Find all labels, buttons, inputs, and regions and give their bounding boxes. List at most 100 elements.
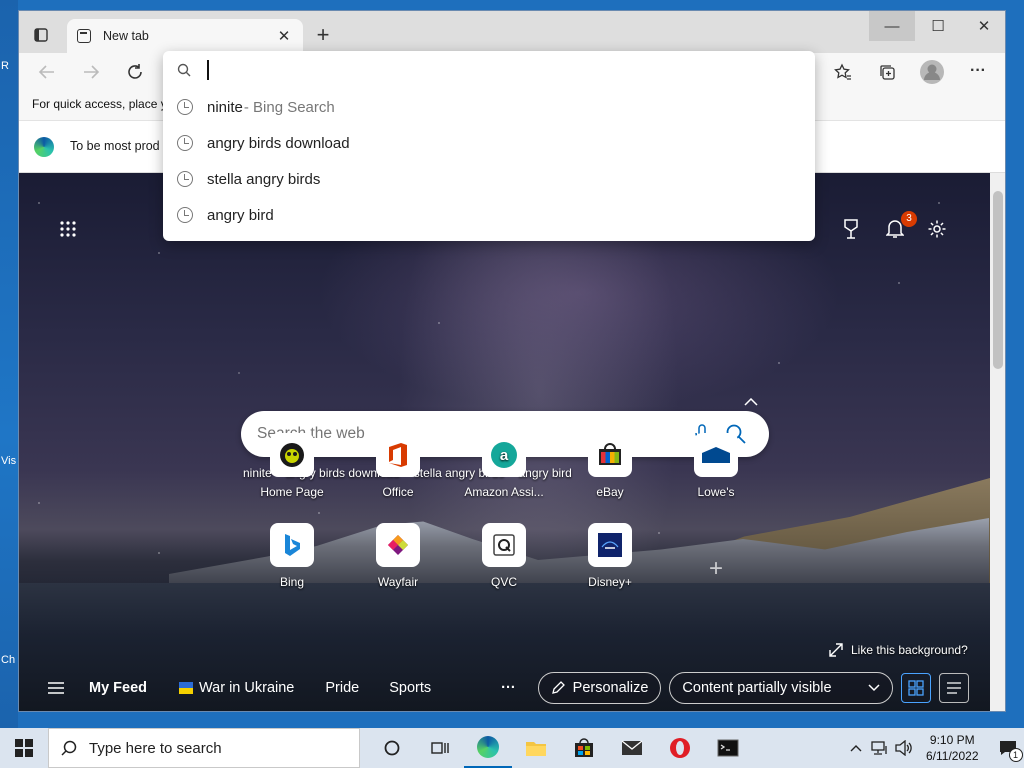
- tab-label: War in Ukraine: [199, 680, 295, 696]
- rewards-icon[interactable]: [839, 217, 863, 241]
- quick-link-tile[interactable]: eBay: [566, 433, 654, 499]
- suggestion-item[interactable]: stella angry birds: [163, 161, 815, 197]
- notification-count-badge: 1: [1008, 748, 1023, 762]
- content-visibility-dropdown[interactable]: Content partially visible: [669, 672, 894, 704]
- history-clock-icon: [177, 171, 193, 187]
- history-clock-icon: [177, 135, 193, 151]
- show-hidden-icons-chevron-up-icon[interactable]: [844, 728, 868, 768]
- history-clock-icon: [177, 207, 193, 223]
- taskbar-search-box[interactable]: Type here to search: [48, 728, 360, 768]
- add-tile-button[interactable]: +: [704, 555, 728, 582]
- ebay-icon: [588, 433, 632, 477]
- tab-pride[interactable]: Pride: [325, 680, 359, 696]
- search-icon: [61, 740, 77, 756]
- quick-link-tile[interactable]: Office: [354, 433, 442, 499]
- clock-time: 9:10 PM: [929, 733, 975, 747]
- quick-link-tile[interactable]: Wayfair: [354, 523, 442, 589]
- tile-label: Lowe's: [697, 485, 735, 499]
- close-window-button[interactable]: ✕: [961, 11, 1005, 41]
- tab-actions-icon[interactable]: [31, 25, 51, 45]
- favorites-icon[interactable]: [831, 61, 855, 83]
- tab-close-icon[interactable]: ✕: [275, 27, 293, 45]
- suggestion-item[interactable]: ninite - Bing Search: [163, 89, 815, 125]
- tab-my-feed[interactable]: My Feed: [89, 680, 147, 696]
- start-button[interactable]: [0, 728, 48, 768]
- tab-war-in-ukraine[interactable]: War in Ukraine: [179, 680, 294, 696]
- address-bar[interactable]: [163, 51, 815, 89]
- taskbar: Type here to search 9:10 PM 6/11/2022 1: [0, 728, 1024, 768]
- quick-link-tile[interactable]: Lowe's: [672, 433, 760, 499]
- personalize-label: Personalize: [572, 680, 649, 696]
- desktop-background: [0, 0, 18, 728]
- command-prompt-icon[interactable]: [704, 728, 752, 768]
- info-bar-text: To be most prod: [70, 139, 160, 153]
- quick-link-tile[interactable]: Disney+: [566, 523, 654, 589]
- like-background-link[interactable]: Like this background?: [829, 643, 968, 657]
- apps-launcher-icon[interactable]: [59, 217, 77, 241]
- tab-strip: New tab ✕ + — ☐ ✕: [19, 11, 1005, 53]
- settings-more-button[interactable]: ···: [965, 59, 991, 83]
- home-page-icon: [270, 433, 314, 477]
- desktop-icon-label: Vis: [1, 455, 17, 467]
- suggestion-text: stella angry birds: [207, 170, 321, 188]
- edge-taskbar-icon[interactable]: [464, 728, 512, 768]
- suggestion-text: ninite: [207, 98, 243, 116]
- suggestion-item[interactable]: angry birds download: [163, 125, 815, 161]
- edge-logo-icon: [34, 137, 54, 157]
- tile-label: eBay: [596, 485, 624, 499]
- refresh-button[interactable]: [123, 61, 147, 83]
- scrollbar-thumb[interactable]: [993, 191, 1003, 369]
- suggestion-source: - Bing Search: [243, 98, 335, 116]
- feed-menu-icon[interactable]: [45, 681, 67, 695]
- tile-label: Bing: [279, 575, 305, 589]
- disney-icon: [588, 523, 632, 567]
- like-background-text: Like this background?: [851, 643, 968, 657]
- content-visibility-value: Content partially visible: [682, 680, 832, 696]
- quick-link-tile[interactable]: a Amazon Assi...: [460, 433, 548, 499]
- tab-new-tab[interactable]: New tab ✕: [67, 19, 303, 53]
- desktop-icon-label: R: [1, 60, 9, 72]
- quick-link-tile[interactable]: QVC: [460, 523, 548, 589]
- lowes-icon: [694, 433, 738, 477]
- cortana-icon[interactable]: [368, 728, 416, 768]
- forward-button[interactable]: [79, 61, 103, 83]
- new-tab-favicon-icon: [77, 29, 91, 43]
- profile-avatar[interactable]: [919, 59, 945, 85]
- maximize-button[interactable]: ☐: [915, 11, 961, 41]
- feed-more-button[interactable]: ···: [501, 680, 516, 696]
- tab-sports[interactable]: Sports: [389, 680, 431, 696]
- opera-browser-icon[interactable]: [656, 728, 704, 768]
- browser-window: New tab ✕ + — ☐ ✕ ··· For quick access, …: [18, 10, 1006, 712]
- expand-icon: [829, 643, 843, 657]
- action-center-icon[interactable]: 1: [993, 728, 1023, 768]
- suggestion-item[interactable]: angry bird: [163, 197, 815, 233]
- search-icon: [177, 63, 191, 77]
- file-explorer-icon[interactable]: [512, 728, 560, 768]
- task-view-icon[interactable]: [416, 728, 464, 768]
- mail-icon[interactable]: [608, 728, 656, 768]
- new-tab-button[interactable]: +: [311, 22, 335, 47]
- quick-link-tile[interactable]: Bing: [248, 523, 336, 589]
- back-button[interactable]: [35, 61, 59, 83]
- address-bar-suggestions: ninite - Bing Search angry birds downloa…: [163, 51, 815, 241]
- minimize-button[interactable]: —: [869, 11, 915, 41]
- address-input[interactable]: [211, 61, 801, 79]
- collections-icon[interactable]: [875, 61, 899, 83]
- collapse-chevron-up-icon[interactable]: [743, 395, 759, 409]
- tile-label: Wayfair: [377, 575, 419, 589]
- bing-icon: [270, 523, 314, 567]
- qvc-icon: [482, 523, 526, 567]
- ukraine-flag-icon: [179, 682, 194, 694]
- favorites-bar-hint: For quick access, place y: [32, 97, 167, 111]
- system-clock[interactable]: 9:10 PM 6/11/2022: [926, 732, 979, 764]
- grid-layout-icon[interactable]: [901, 673, 932, 703]
- network-icon[interactable]: [868, 728, 892, 768]
- personalize-button[interactable]: Personalize: [537, 672, 662, 704]
- feed-navigation-bar: My Feed War in Ukraine Pride Sports ··· …: [19, 663, 990, 711]
- volume-icon[interactable]: [892, 728, 916, 768]
- quick-link-tile[interactable]: Home Page: [248, 433, 336, 499]
- microsoft-store-icon[interactable]: [560, 728, 608, 768]
- list-layout-icon[interactable]: [939, 673, 970, 703]
- amazon-icon: a: [482, 433, 526, 477]
- page-settings-gear-icon[interactable]: [925, 217, 949, 241]
